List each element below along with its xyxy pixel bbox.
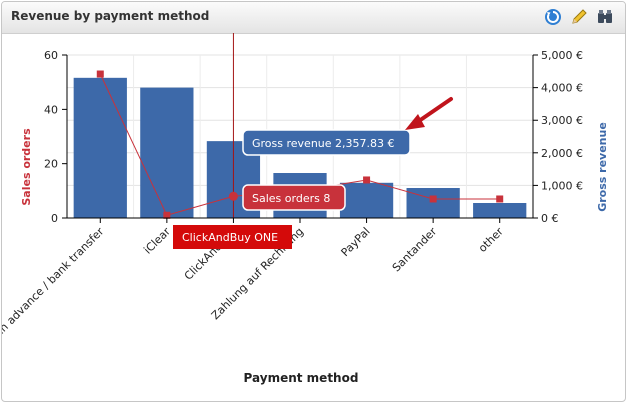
chart-panel: Revenue by payment method 0 20 40 60 0 €… <box>1 1 626 402</box>
category-label-6: other <box>476 225 506 255</box>
orders-point-0 <box>96 70 104 78</box>
left-tick-label: 60 <box>44 49 58 62</box>
right-tick-label: 3,000 € <box>541 114 583 127</box>
y-axis-left-title: Sales orders <box>20 128 33 206</box>
revenue-tooltip-text: Gross revenue 2,357.83 € <box>252 137 395 150</box>
revenue-tooltip: Gross revenue 2,357.83 € <box>242 129 411 156</box>
bar-0 <box>73 77 127 218</box>
orders-tooltip: Sales orders 8 <box>242 184 346 211</box>
chart-svg: 0 20 40 60 0 € 1,000 € 2,000 € 3,000 € 4,000 € 5,… <box>2 33 609 385</box>
orders-point-4 <box>363 176 371 184</box>
orders-point-5 <box>429 195 437 203</box>
orders-point-2 <box>228 191 238 201</box>
right-tick-label: 1,000 € <box>541 179 583 192</box>
orders-point-6 <box>496 195 504 203</box>
category-tooltip: ClickAndBuy ONE <box>173 225 292 249</box>
orders-tooltip-text: Sales orders 8 <box>252 192 330 205</box>
category-label-1: iClear <box>141 225 173 257</box>
bar-4 <box>339 182 394 218</box>
left-tick-label: 0 <box>51 212 58 225</box>
category-label-0: Cash in advance / bank transfer <box>2 225 107 359</box>
category-tooltip-text: ClickAndBuy ONE <box>182 231 278 244</box>
panel-title: Revenue by payment method <box>11 9 210 23</box>
panel-header: Revenue by payment method <box>2 2 625 34</box>
bar-6 <box>473 203 527 218</box>
bar-5 <box>406 188 460 218</box>
left-tick-label: 20 <box>44 158 58 171</box>
right-tick-label: 5,000 € <box>541 49 583 62</box>
left-tick-label: 40 <box>44 103 58 116</box>
category-label-5: Santander <box>390 225 440 275</box>
x-axis-title: Payment method <box>244 371 359 385</box>
bar-1 <box>140 87 194 218</box>
refresh-icon[interactable] <box>543 7 563 27</box>
right-tick-label: 2,000 € <box>541 147 583 160</box>
arrow-annotation <box>405 97 453 130</box>
right-tick-label: 4,000 € <box>541 82 583 95</box>
category-label-4: PayPal <box>339 225 373 259</box>
y-axis-right-title: Gross revenue <box>596 122 609 212</box>
pencil-icon[interactable] <box>569 7 589 27</box>
binoculars-icon[interactable] <box>595 7 615 27</box>
right-tick-label: 0 € <box>541 212 559 225</box>
